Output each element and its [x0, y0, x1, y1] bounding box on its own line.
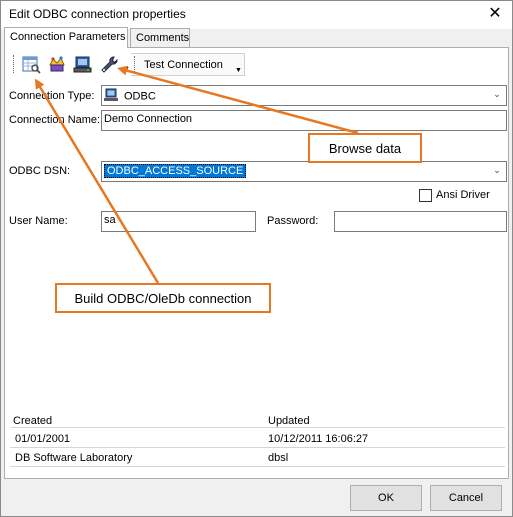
close-icon[interactable]: ✕ [484, 4, 506, 24]
connection-name-field[interactable]: Demo Connection [101, 110, 507, 131]
chevron-down-icon[interactable]: ⌄ [491, 165, 503, 179]
ansi-driver-checkbox[interactable] [419, 189, 432, 202]
build-connection-icon[interactable] [47, 54, 67, 74]
wrench-icon[interactable] [99, 54, 119, 74]
test-connection-label: Test Connection [144, 59, 223, 71]
connection-type-select[interactable]: ODBC ⌄ [101, 85, 507, 106]
updated-date: 10/12/2011 16:06:27 [268, 433, 369, 445]
updated-header: Updated [268, 415, 310, 427]
ansi-driver-label: Ansi Driver [436, 189, 490, 201]
password-label: Password: [267, 215, 319, 227]
created-date: 01/01/2001 [15, 433, 71, 445]
dialog-window: Edit ODBC connection properties ✕ Connec… [0, 0, 513, 517]
chevron-down-icon[interactable]: ▼ [235, 67, 242, 74]
odbc-dsn-value: ODBC_ACCESS_SOURCE [104, 164, 247, 178]
chevron-down-icon[interactable]: ⌄ [491, 89, 503, 103]
chevron-down-icon[interactable]: ▼ [123, 66, 130, 73]
divider [10, 427, 505, 428]
odbc-dsn-label: ODBC DSN: [9, 165, 71, 177]
title-bar: Edit ODBC connection properties ✕ [1, 1, 512, 29]
browse-data-callout: Browse data [308, 133, 422, 163]
connection-parameters-panel: ▼ Test Connection ▼ Connection Type: ODB… [4, 47, 509, 479]
ok-button[interactable]: OK [350, 485, 422, 511]
browse-data-icon[interactable] [21, 54, 41, 74]
cancel-button[interactable]: Cancel [430, 485, 502, 511]
odbc-dsn-select[interactable]: ODBC_ACCESS_SOURCE ⌄ [101, 161, 507, 182]
tab-connection-parameters[interactable]: Connection Parameters [4, 27, 128, 48]
created-by: DB Software Laboratory [15, 452, 133, 464]
tab-comments[interactable]: Comments [130, 28, 190, 48]
user-name-label: User Name: [9, 215, 68, 227]
password-field[interactable] [334, 211, 507, 232]
odbc-icon [104, 88, 120, 105]
build-connection-callout: Build ODBC/OleDb connection [55, 283, 271, 313]
divider [10, 466, 505, 467]
divider [10, 447, 505, 448]
computer-icon[interactable] [73, 54, 93, 74]
user-name-field[interactable]: sa [101, 211, 256, 232]
toolbar-grip[interactable] [134, 56, 136, 74]
updated-by: dbsl [268, 452, 289, 464]
window-title: Edit ODBC connection properties [9, 7, 186, 21]
created-header: Created [13, 415, 53, 427]
toolbar-grip[interactable] [13, 55, 15, 73]
connection-type-label: Connection Type: [9, 90, 95, 102]
connection-name-label: Connection Name: [9, 114, 101, 126]
test-connection-button[interactable]: Test Connection ▼ [131, 53, 245, 76]
connection-type-value: ODBC [124, 90, 156, 103]
